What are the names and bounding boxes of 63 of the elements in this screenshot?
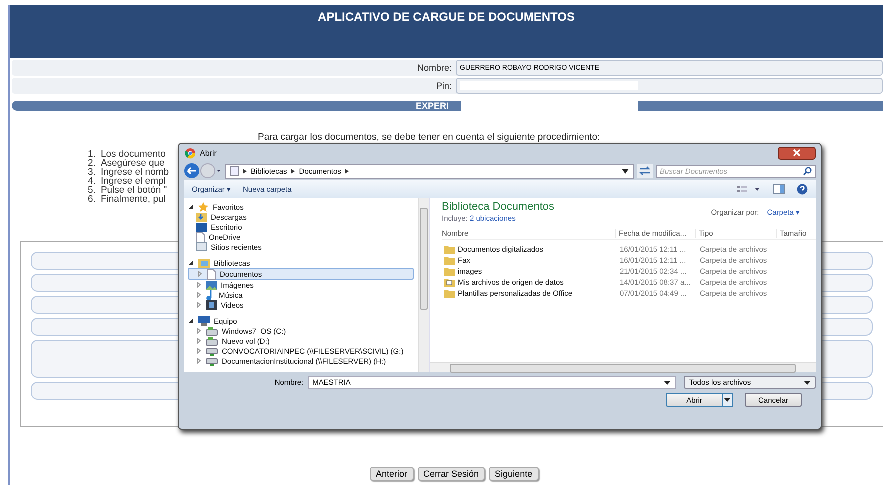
dropdown-icon [724, 398, 731, 402]
view-options-icon[interactable] [737, 184, 761, 194]
step-text: Ingrese el empl [100, 176, 166, 187]
dropdown-icon [664, 380, 672, 384]
nav-button[interactable]: Cerrar Sesión [418, 467, 486, 481]
field-label: Nombre: [416, 63, 453, 73]
refresh-icon[interactable] [637, 164, 653, 178]
star-icon [198, 202, 209, 212]
step-text: Pulse el botón " [100, 185, 168, 196]
step-text: Asegúrese que [100, 158, 165, 169]
dialog-title: Abrir [200, 148, 217, 158]
drive-icon [206, 326, 218, 336]
document-icon [207, 268, 216, 280]
folder-icon [444, 245, 455, 254]
computer-icon [198, 316, 210, 326]
search-icon [803, 166, 812, 176]
page-title: APLICATIVO DE CARGUE DE DOCUMENTOS [318, 10, 575, 26]
library-icon [198, 258, 210, 268]
network-drive-icon [206, 346, 218, 356]
step-number: 6. [88, 194, 96, 205]
chevron-icon [345, 168, 350, 174]
preview-pane-icon[interactable] [773, 184, 785, 194]
folder-icon [444, 267, 455, 276]
open-menu-button[interactable] [723, 393, 733, 407]
step-text: Finalmente, pul [100, 194, 166, 205]
scrollbar[interactable] [418, 198, 429, 372]
expanded-icon[interactable] [188, 318, 194, 324]
help-icon[interactable] [797, 184, 808, 194]
chevron-icon [291, 168, 296, 174]
nav-button[interactable]: Anterior [370, 467, 414, 481]
image-icon [206, 280, 217, 290]
section-title: EXPERI [416, 101, 449, 111]
library-icon [230, 166, 239, 176]
step-text: Ingrese el nomb [100, 167, 170, 178]
document-icon [196, 232, 205, 242]
step-text: Los documento [100, 149, 166, 160]
close-icon [793, 149, 801, 157]
step-number: 1. [88, 149, 96, 160]
step-number: 4. [88, 176, 96, 187]
folder-icon [444, 289, 455, 298]
folder-icon [196, 212, 207, 222]
step-number: 5. [88, 185, 96, 196]
folder-icon [444, 256, 455, 265]
scrollbar[interactable] [430, 362, 816, 372]
chevron-icon [243, 168, 247, 174]
nav-button[interactable]: Siguiente [489, 467, 539, 481]
close-button[interactable] [778, 146, 816, 160]
data-folder-icon [444, 278, 455, 287]
dropdown-icon[interactable] [622, 168, 629, 174]
expanded-icon[interactable] [188, 260, 194, 266]
network-drive-icon [206, 356, 218, 366]
drive-icon [206, 336, 218, 346]
recent-places-icon [196, 242, 207, 252]
step-number: 3. [88, 167, 96, 178]
library-title: Biblioteca Documentos [442, 201, 555, 213]
step-number: 2. [88, 158, 96, 169]
browser-icon [185, 148, 196, 158]
dropdown-icon [804, 380, 811, 384]
intro-text: Para cargar los documentos, se debe tener en cuenta el siguiente procedimiento: [258, 132, 602, 143]
expanded-icon[interactable] [188, 204, 194, 210]
field-label: Pin: [435, 81, 453, 91]
desktop-icon [196, 222, 207, 232]
film-icon [206, 300, 217, 310]
